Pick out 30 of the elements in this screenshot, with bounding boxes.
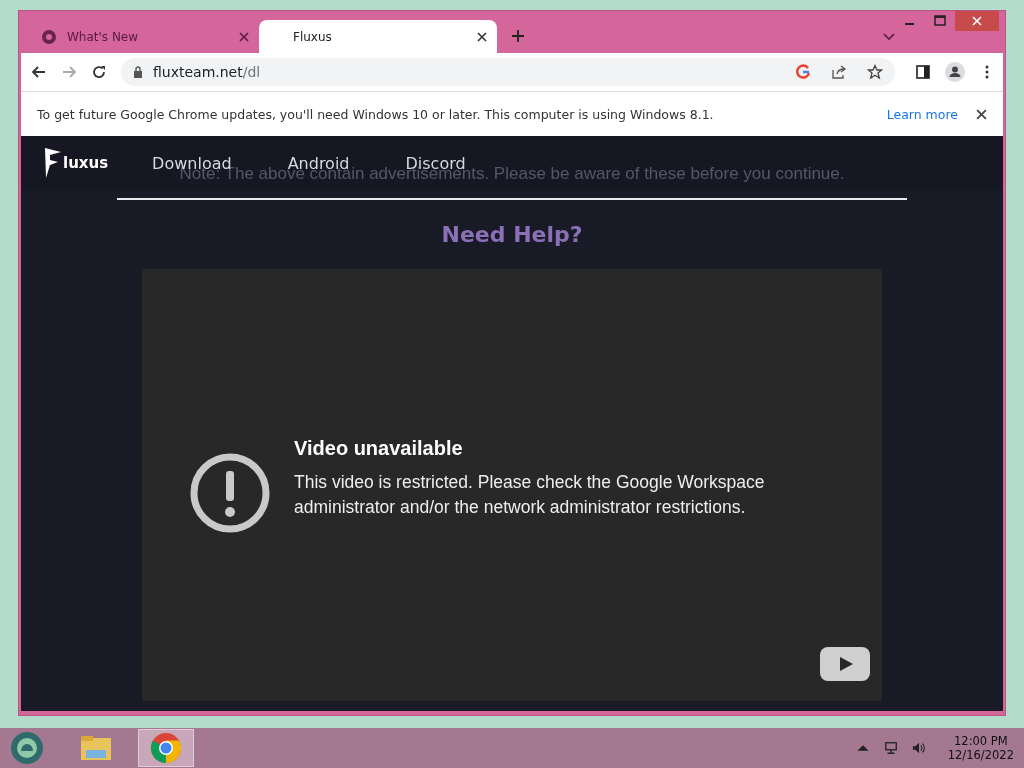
volume-icon[interactable] xyxy=(911,741,926,755)
close-button[interactable] xyxy=(955,11,999,31)
google-icon[interactable] xyxy=(795,64,811,80)
taskbar-app[interactable] xyxy=(138,729,194,767)
logo-text[interactable]: luxus xyxy=(63,154,109,172)
side-panel-icon[interactable] xyxy=(915,64,931,80)
video-error-message: This video is restricted. Please check the Google Workspace administrator and/or the network administrator restrictions. xyxy=(294,471,766,519)
exclamation-icon xyxy=(190,453,270,533)
address-bar[interactable]: fluxteam.net/dl xyxy=(121,58,895,86)
close-icon[interactable] xyxy=(477,31,487,42)
star-icon[interactable] xyxy=(867,64,883,80)
play-button-icon[interactable] xyxy=(820,647,870,681)
profile-icon[interactable] xyxy=(945,62,965,82)
plus-icon[interactable] xyxy=(511,29,525,43)
chevron-down-icon[interactable] xyxy=(883,33,895,41)
close-icon[interactable] xyxy=(976,108,987,120)
clock[interactable]: 12:00 PM 12/16/2022 xyxy=(947,734,1014,762)
update-message: To get future Google Chrome updates, you'll need Windows 10 or later. This computer is using Windows 8.1. xyxy=(37,106,714,122)
section-heading: Need Help? xyxy=(441,222,583,247)
share-icon[interactable] xyxy=(831,64,847,80)
back-icon[interactable] xyxy=(31,64,47,80)
folder-icon xyxy=(80,734,112,762)
network-icon[interactable] xyxy=(883,741,898,755)
lock-icon xyxy=(133,66,143,78)
close-icon xyxy=(972,16,982,26)
video-error-title: Video unavailable xyxy=(294,437,464,460)
learn-more-link[interactable]: Learn more xyxy=(886,106,958,122)
reload-icon[interactable] xyxy=(91,64,107,80)
browser-tab[interactable]: What's New xyxy=(29,20,259,53)
browser-tab[interactable]: Fluxus xyxy=(259,20,497,53)
